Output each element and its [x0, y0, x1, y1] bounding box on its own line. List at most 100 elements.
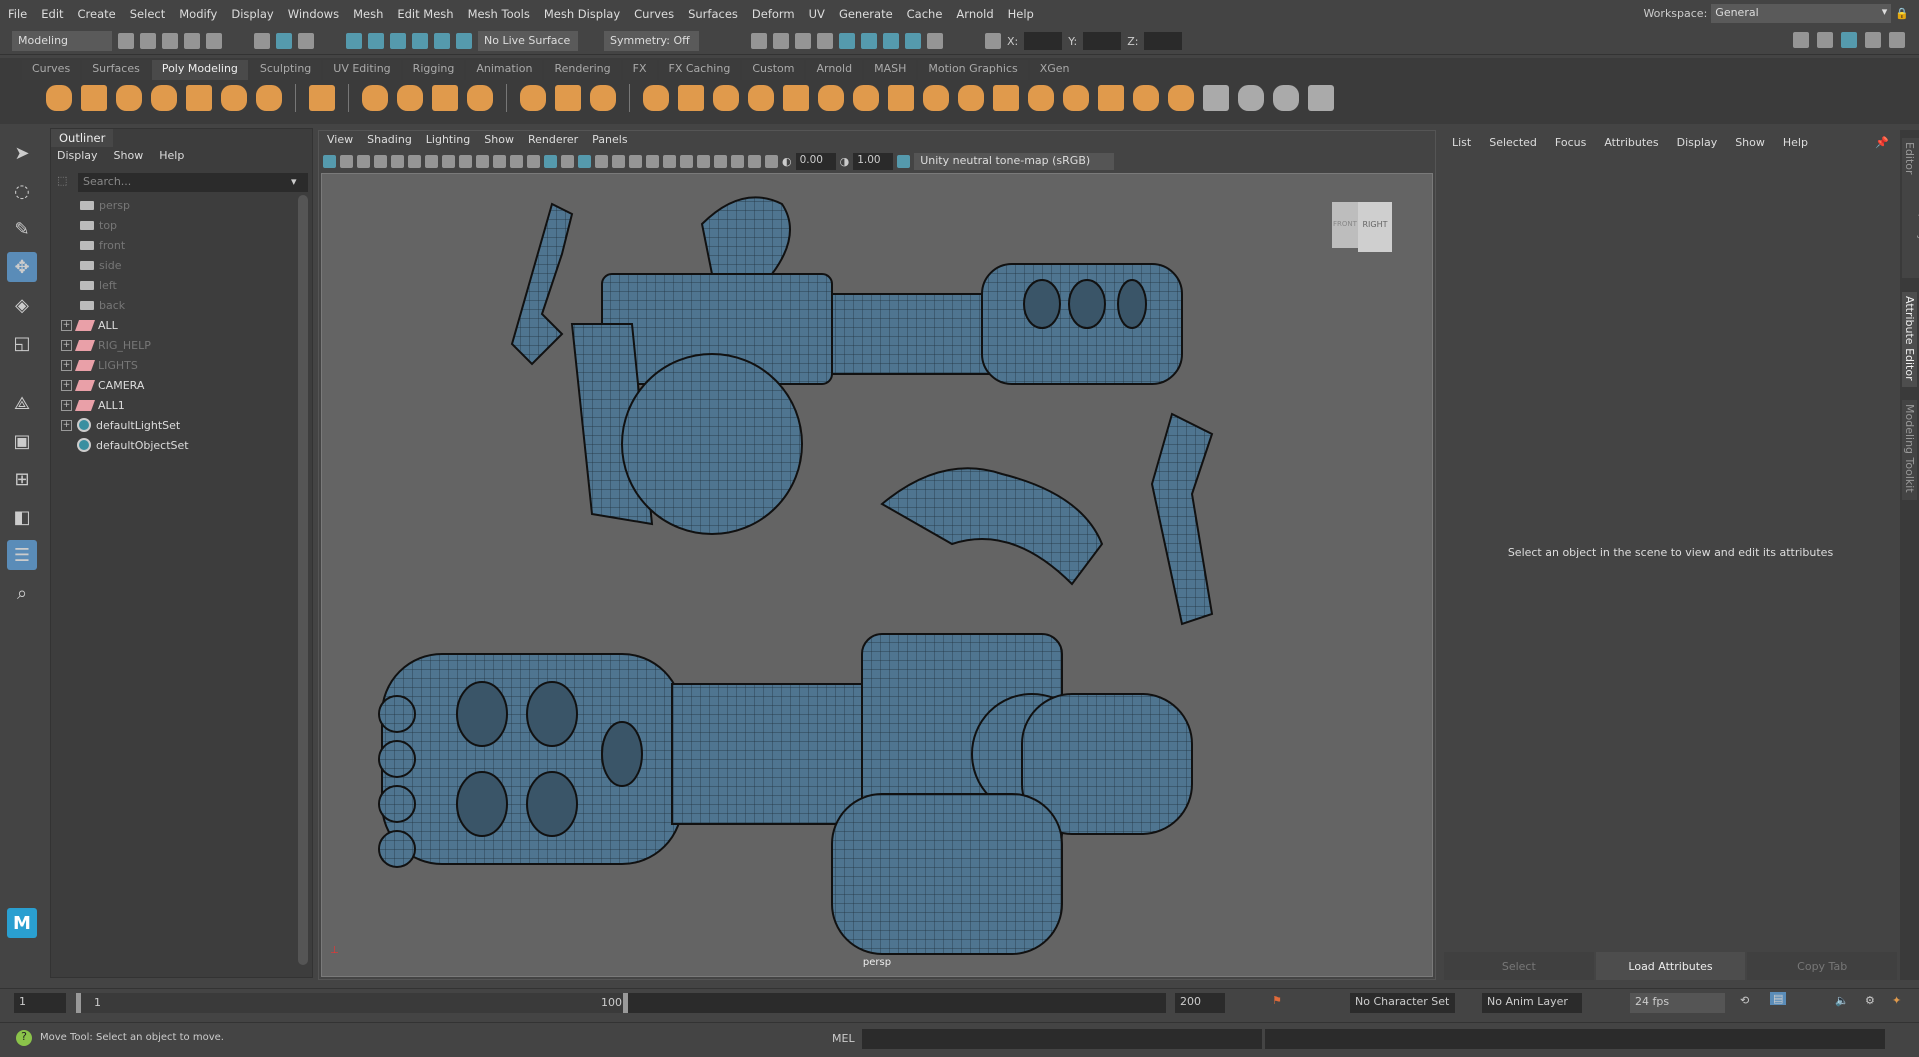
four-layout-icon[interactable]: ⊞ — [7, 464, 37, 494]
outliner-menu-display[interactable]: Display — [57, 149, 98, 162]
menu-cache[interactable]: Cache — [907, 7, 943, 21]
tab-motion-graphics[interactable]: Motion Graphics — [918, 60, 1028, 80]
live-surface-field[interactable]: No Live Surface — [478, 31, 578, 51]
arnold-tool-icon[interactable] — [905, 33, 921, 49]
select-tool-icon[interactable]: ➤ — [7, 138, 37, 168]
range-slider[interactable]: 1 100 — [76, 993, 1166, 1013]
open-scene-icon[interactable] — [140, 33, 156, 49]
bridge-icon[interactable] — [923, 85, 949, 111]
xray-joints-icon[interactable] — [731, 154, 744, 168]
grid-icon[interactable] — [425, 154, 438, 168]
tab-modeling-toolkit[interactable]: Modeling Toolkit — [1902, 400, 1917, 500]
loop-icon[interactable]: ⟲ — [1740, 994, 1749, 1007]
depth-peel-icon[interactable] — [765, 154, 778, 168]
view-cube[interactable]: FRONT RIGHT — [1332, 202, 1392, 254]
outliner-menu-help[interactable]: Help — [159, 149, 184, 162]
y-field[interactable] — [1083, 32, 1122, 50]
sphere-icon[interactable] — [46, 85, 72, 111]
tab-fx[interactable]: FX — [622, 60, 657, 80]
snap-live-icon[interactable] — [456, 33, 472, 49]
move-tool-icon[interactable]: ✥ — [7, 252, 37, 282]
outliner-item[interactable]: + ALL1 — [61, 395, 299, 415]
viewport-menu-panels[interactable]: Panels — [592, 133, 627, 149]
wedge-icon[interactable] — [1063, 85, 1089, 111]
snap-surface-icon[interactable] — [434, 33, 450, 49]
character-controls-icon[interactable] — [1817, 32, 1833, 48]
outliner-search-input[interactable]: Search... — [78, 173, 308, 192]
tab-sculpting[interactable]: Sculpting — [249, 60, 322, 80]
cone-icon[interactable] — [151, 85, 177, 111]
field-chart-icon[interactable] — [493, 154, 506, 168]
helix-icon[interactable] — [397, 85, 423, 111]
character-set-dropdown[interactable]: No Character Set — [1350, 993, 1455, 1013]
outliner-item[interactable]: front — [61, 235, 299, 255]
viewport-menu-shading[interactable]: Shading — [367, 133, 412, 149]
viewport-menu-lighting[interactable]: Lighting — [426, 133, 470, 149]
menu-modify[interactable]: Modify — [179, 7, 217, 21]
filter-icon[interactable]: ⬚ — [57, 174, 67, 187]
fps-dropdown[interactable]: 24 fps — [1630, 993, 1725, 1013]
rotate-tool-icon[interactable]: ◈ — [7, 290, 37, 320]
target-weld-icon[interactable] — [1133, 85, 1159, 111]
redo-icon[interactable] — [206, 33, 222, 49]
edge-loop-icon[interactable] — [1273, 85, 1299, 111]
menu-mesh-tools[interactable]: Mesh Tools — [468, 7, 530, 21]
grease-pencil-icon[interactable] — [408, 154, 421, 168]
safe-title-icon[interactable] — [527, 154, 540, 168]
channel-box-icon[interactable] — [1889, 32, 1905, 48]
ambient-occlusion-icon[interactable] — [663, 154, 676, 168]
boolean-icon[interactable] — [783, 85, 809, 111]
use-lights-icon[interactable] — [629, 154, 642, 168]
fill-hole-icon[interactable] — [1028, 85, 1054, 111]
search-dropdown-icon[interactable]: ▾ — [291, 175, 297, 188]
color-management-icon[interactable] — [897, 154, 911, 168]
insert-loop-icon[interactable] — [1308, 85, 1334, 111]
attr-menu-display[interactable]: Display — [1677, 136, 1718, 149]
torus-icon[interactable] — [186, 85, 212, 111]
menu-mesh[interactable]: Mesh — [353, 7, 383, 21]
film-gate-icon[interactable] — [442, 154, 455, 168]
pause-icon[interactable] — [927, 33, 943, 49]
outliner-item[interactable]: + CAMERA — [61, 375, 299, 395]
undo-icon[interactable] — [184, 33, 200, 49]
gate-mask-icon[interactable] — [476, 154, 489, 168]
tab-mash[interactable]: MASH — [864, 60, 917, 80]
reduce-icon[interactable] — [1168, 85, 1194, 111]
tab-xgen[interactable]: XGen — [1029, 60, 1080, 80]
z-field[interactable] — [1144, 32, 1183, 50]
menu-help[interactable]: Help — [1008, 7, 1034, 21]
xray-icon[interactable] — [612, 154, 625, 168]
expand-icon[interactable]: + — [61, 319, 72, 331]
smooth-icon[interactable] — [818, 85, 844, 111]
outliner-item[interactable]: defaultObjectSet — [61, 435, 299, 455]
search-icon[interactable]: ⌕ — [7, 578, 37, 608]
load-attributes-button[interactable]: Load Attributes — [1595, 952, 1746, 980]
x-field[interactable] — [1024, 32, 1063, 50]
outliner-scrollbar[interactable] — [298, 195, 308, 965]
plane-icon[interactable] — [221, 85, 247, 111]
average-icon[interactable] — [853, 85, 879, 111]
range-handle[interactable] — [76, 993, 628, 1013]
extract-icon[interactable] — [748, 85, 774, 111]
menu-select[interactable]: Select — [130, 7, 165, 21]
single-layout-icon[interactable]: ▣ — [7, 426, 37, 456]
ipr-icon[interactable] — [795, 33, 811, 49]
wireframe-on-shaded-icon[interactable] — [595, 154, 608, 168]
render-settings-icon[interactable] — [817, 33, 833, 49]
start-time-field[interactable]: 1 — [14, 993, 66, 1013]
command-input[interactable] — [862, 1029, 1262, 1049]
outliner-item[interactable]: top — [61, 215, 299, 235]
tab-attribute-editor[interactable]: Attribute Editor — [1902, 292, 1917, 387]
arnold-ipr-icon[interactable] — [883, 33, 899, 49]
smooth-shade-icon[interactable] — [561, 154, 574, 168]
multi-cut-icon[interactable] — [1238, 85, 1264, 111]
select-button[interactable]: Select — [1444, 952, 1594, 980]
character-icon[interactable]: ✦ — [1892, 994, 1901, 1007]
menu-generate[interactable]: Generate — [839, 7, 893, 21]
copy-tab-button[interactable]: Copy Tab — [1747, 952, 1898, 980]
viewport-menu-show[interactable]: Show — [484, 133, 514, 149]
type-table-icon[interactable] — [520, 85, 546, 111]
universal-manipulator-icon[interactable]: ⟁ — [7, 388, 37, 418]
view-cube-right[interactable]: RIGHT — [1358, 202, 1392, 252]
menu-edit[interactable]: Edit — [41, 7, 63, 21]
